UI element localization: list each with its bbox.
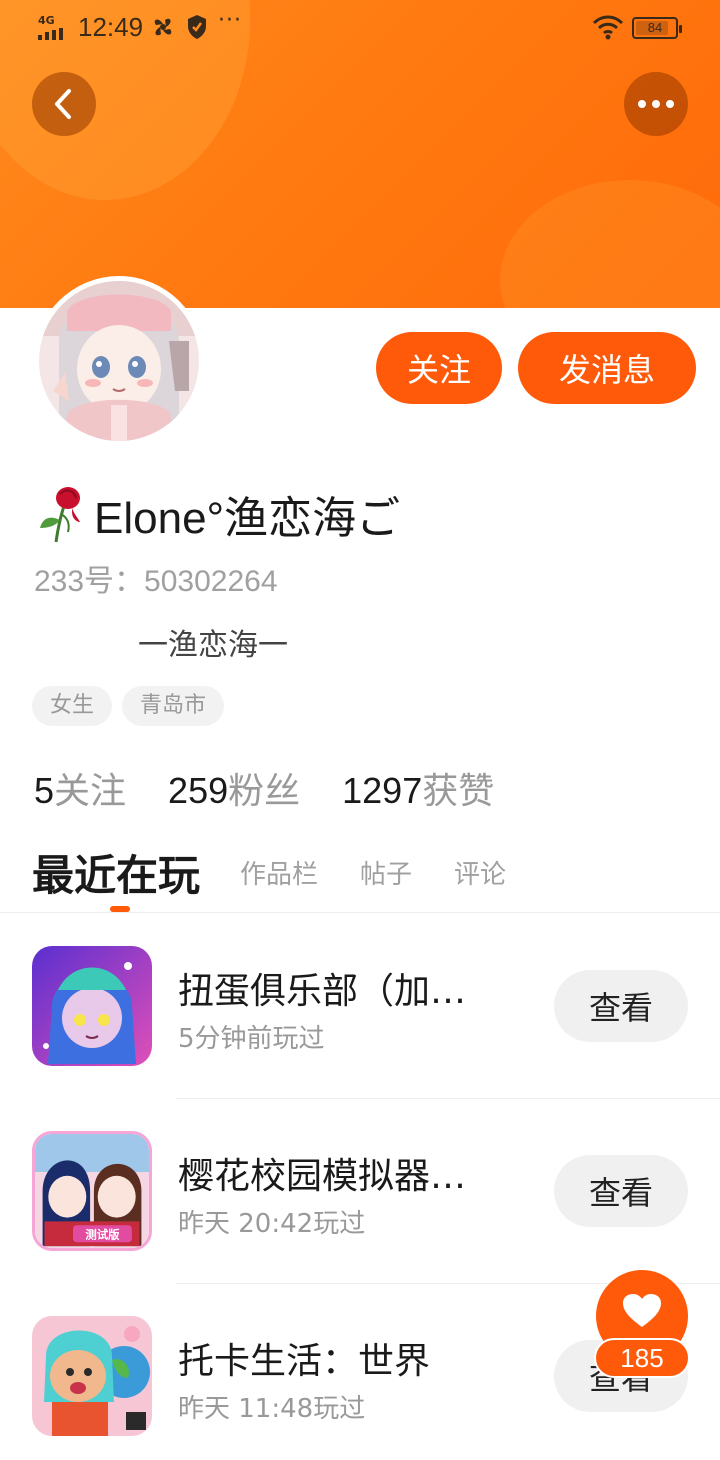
like-count-badge: 185 xyxy=(594,1338,690,1378)
game-icon-gacha-club[interactable] xyxy=(32,946,152,1066)
tab-comments[interactable]: 评论 xyxy=(454,854,506,891)
stat-fans-count: 259 xyxy=(168,770,229,811)
wifi-icon xyxy=(592,15,624,40)
stat-likes-count: 1297 xyxy=(342,770,423,811)
game-icon-toca-life-world[interactable] xyxy=(32,1316,152,1436)
active-tab-indicator xyxy=(110,905,130,912)
nickname-row: Elone°渔恋海ご xyxy=(34,484,400,544)
game-title: 托卡生活：世界 xyxy=(178,1341,431,1382)
tabs-divider xyxy=(0,912,720,913)
status-bar: 4G 12:49 ··· 84 xyxy=(0,0,720,56)
game-last-played: 昨天 20:42玩过 xyxy=(178,1209,366,1239)
stat-fans-label: 粉丝 xyxy=(228,771,301,812)
game-last-played: 5分钟前玩过 xyxy=(178,1024,325,1054)
stat-following-label: 关注 xyxy=(54,771,127,812)
game-last-played: 昨天 11:48玩过 xyxy=(178,1394,366,1424)
status-time: 12:49 xyxy=(78,12,144,42)
avatar-image xyxy=(39,281,199,441)
follow-button[interactable]: 关注 xyxy=(376,332,502,404)
tab-posts[interactable]: 帖子 xyxy=(360,854,412,891)
list-item[interactable]: 测试版 樱花校园模拟器… 昨天 20:42玩过 查看 xyxy=(0,1099,720,1284)
view-game-button[interactable]: 查看 xyxy=(554,1155,688,1227)
game-icon-sakura-school[interactable]: 测试版 xyxy=(32,1131,152,1251)
tag-city: 青岛市 xyxy=(122,686,225,726)
battery-level: 84 xyxy=(647,20,663,35)
stat-likes-label: 获赞 xyxy=(422,771,495,812)
profile-stats: 5关注 259粉丝 1297获赞 xyxy=(34,762,494,814)
game-title: 樱花校园模拟器… xyxy=(178,1156,467,1197)
chevron-left-icon xyxy=(55,89,71,119)
profile-tags: 女生 青岛市 xyxy=(32,686,225,726)
stat-following[interactable]: 5关注 xyxy=(34,762,126,814)
avatar[interactable] xyxy=(34,276,204,446)
more-dots-icon xyxy=(638,100,674,108)
user-id: 233号：50302264 xyxy=(34,565,278,598)
svg-text:测试版: 测试版 xyxy=(85,1228,120,1242)
recently-played-list: 扭蛋俱乐部（加… 5分钟前玩过 查看 测试版 樱花校园模拟器… 昨天 20:42… xyxy=(0,914,720,1460)
profile-tabs: 最近在玩 作品栏 帖子 评论 xyxy=(32,842,548,912)
stat-likes[interactable]: 1297获赞 xyxy=(342,762,494,814)
cellular-signal-icon: 4G xyxy=(38,14,72,40)
wilted-rose-icon xyxy=(40,487,80,543)
heart-icon xyxy=(623,1294,661,1327)
nickname: Elone°渔恋海ご xyxy=(94,494,401,543)
shield-icon xyxy=(188,15,206,39)
stat-following-count: 5 xyxy=(34,770,55,811)
tab-recently-played-label: 最近在玩 xyxy=(32,850,201,900)
tab-recently-played[interactable]: 最近在玩 xyxy=(32,842,201,912)
send-message-button[interactable]: 发消息 xyxy=(518,332,696,404)
tab-works[interactable]: 作品栏 xyxy=(240,854,318,891)
user-bio: 一渔恋海一 xyxy=(138,628,288,663)
tag-gender: 女生 xyxy=(32,686,113,726)
battery-icon: 84 xyxy=(632,17,682,39)
status-more-icon: ··· xyxy=(218,8,242,33)
more-options-button[interactable] xyxy=(624,72,688,136)
back-button[interactable] xyxy=(32,72,96,136)
list-item[interactable]: 扭蛋俱乐部（加… 5分钟前玩过 查看 xyxy=(0,914,720,1099)
stat-fans[interactable]: 259粉丝 xyxy=(168,762,300,814)
view-game-button[interactable]: 查看 xyxy=(554,970,688,1042)
fan-icon xyxy=(154,18,172,36)
game-title: 扭蛋俱乐部（加… xyxy=(178,971,467,1012)
